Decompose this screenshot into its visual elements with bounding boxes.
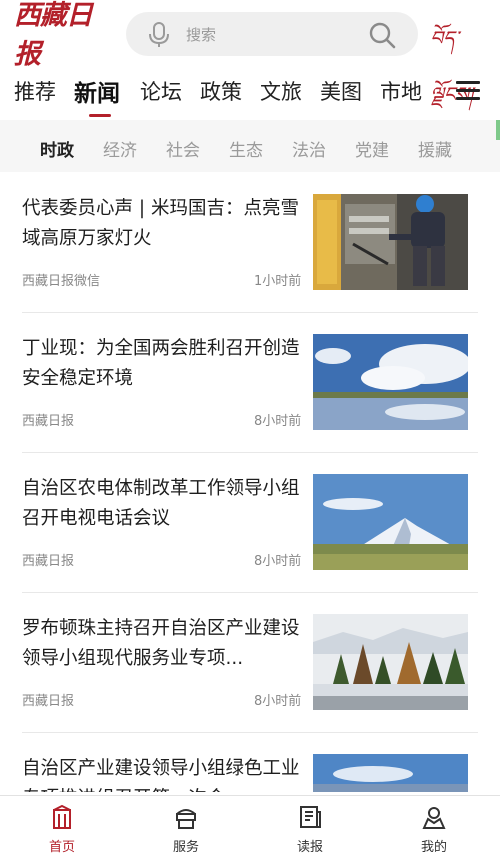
article-source: 西藏日报 <box>22 414 75 429</box>
article-item[interactable]: 代表委员心声 | 米玛国吉：点亮雪域高原万家灯火 西藏日报微信 1小时前 <box>0 172 500 312</box>
tab-policy[interactable]: 政策 <box>200 76 242 106</box>
tab-cities[interactable]: 市地 <box>380 76 422 106</box>
article-thumbnail[interactable] <box>313 194 468 290</box>
article-item[interactable]: 丁业现：为全国两会胜利召开创造安全稳定环境 西藏日报 8小时前 <box>0 312 500 452</box>
nav-service[interactable]: 服务 <box>156 804 216 855</box>
article-source: 西藏日报微信 <box>22 274 101 289</box>
tab-recommend[interactable]: 推荐 <box>14 76 56 106</box>
sub-tabs: 时政 经济 社会 生态 法治 党建 援藏 <box>0 120 500 172</box>
search-input[interactable]: 搜索 <box>186 24 216 45</box>
subtab-ecology[interactable]: 生态 <box>229 136 263 161</box>
tab-photos[interactable]: 美图 <box>320 76 362 106</box>
subtab-rule-of-law[interactable]: 法治 <box>292 136 326 161</box>
tab-forum[interactable]: 论坛 <box>140 76 182 106</box>
home-icon <box>53 804 71 829</box>
article-time: 8小时前 <box>254 694 302 709</box>
app-header: 西藏日报 搜索 བོད་ལྗོངས། <box>0 0 500 106</box>
article-source: 西藏日报 <box>22 694 75 709</box>
bottom-navigation: 首页 服务 读报 我的 <box>0 795 500 867</box>
search-icon[interactable] <box>368 21 396 49</box>
nav-home[interactable]: 首页 <box>32 804 92 855</box>
article-title[interactable]: 自治区农电体制改革工作领导小组召开电视电话会议 <box>22 474 300 534</box>
subtab-society[interactable]: 社会 <box>166 136 200 161</box>
article-title[interactable]: 丁业现：为全国两会胜利召开创造安全稳定环境 <box>22 334 300 394</box>
subtab-aid-tibet[interactable]: 援藏 <box>418 136 452 161</box>
service-icon <box>176 809 196 829</box>
nav-profile-label: 我的 <box>420 840 447 855</box>
menu-icon[interactable] <box>456 81 480 101</box>
article-time: 8小时前 <box>254 414 302 429</box>
newspaper-icon <box>300 806 321 828</box>
tab-news[interactable]: 新闻 <box>74 74 120 108</box>
active-tab-indicator <box>89 114 111 117</box>
article-title[interactable]: 代表委员心声 | 米玛国吉：点亮雪域高原万家灯火 <box>22 194 300 254</box>
subtab-economy[interactable]: 经济 <box>103 136 137 161</box>
article-list: 代表委员心声 | 米玛国吉：点亮雪域高原万家灯火 西藏日报微信 1小时前 丁业现… <box>0 172 500 792</box>
article-thumbnail[interactable] <box>313 474 468 570</box>
subtab-party-building[interactable]: 党建 <box>355 136 389 161</box>
microphone-icon[interactable] <box>148 22 170 48</box>
article-time: 8小时前 <box>254 554 302 569</box>
search-bar[interactable]: 搜索 <box>126 12 418 56</box>
article-item[interactable]: 自治区农电体制改革工作领导小组召开电视电话会议 西藏日报 8小时前 <box>0 452 500 592</box>
article-item[interactable]: 罗布顿珠主持召开自治区产业建设领导小组现代服务业专项... 西藏日报 8小时前 <box>0 592 500 732</box>
profile-icon <box>422 807 446 829</box>
article-thumbnail[interactable] <box>313 614 468 710</box>
scroll-edge-marker <box>496 120 500 140</box>
nav-newspaper[interactable]: 读报 <box>280 804 340 855</box>
tab-culture-travel[interactable]: 文旅 <box>260 76 302 106</box>
nav-profile[interactable]: 我的 <box>404 804 464 855</box>
article-thumbnail[interactable] <box>313 754 468 792</box>
article-title[interactable]: 自治区产业建设领导小组绿色工业专项推进组召开第一次会 <box>22 754 300 792</box>
app-logo[interactable]: 西藏日报 <box>14 0 114 70</box>
nav-newspaper-label: 读报 <box>296 840 323 855</box>
subtab-politics[interactable]: 时政 <box>40 136 74 161</box>
article-title[interactable]: 罗布顿珠主持召开自治区产业建设领导小组现代服务业专项... <box>22 614 300 674</box>
nav-service-label: 服务 <box>172 840 199 855</box>
main-tabs: 推荐 新闻 论坛 政策 文旅 美图 市地 <box>0 66 500 118</box>
article-thumbnail[interactable] <box>313 334 468 430</box>
nav-home-label: 首页 <box>48 840 75 855</box>
article-source: 西藏日报 <box>22 554 75 569</box>
article-item[interactable]: 自治区产业建设领导小组绿色工业专项推进组召开第一次会 <box>0 732 500 792</box>
article-time: 1小时前 <box>254 274 302 289</box>
